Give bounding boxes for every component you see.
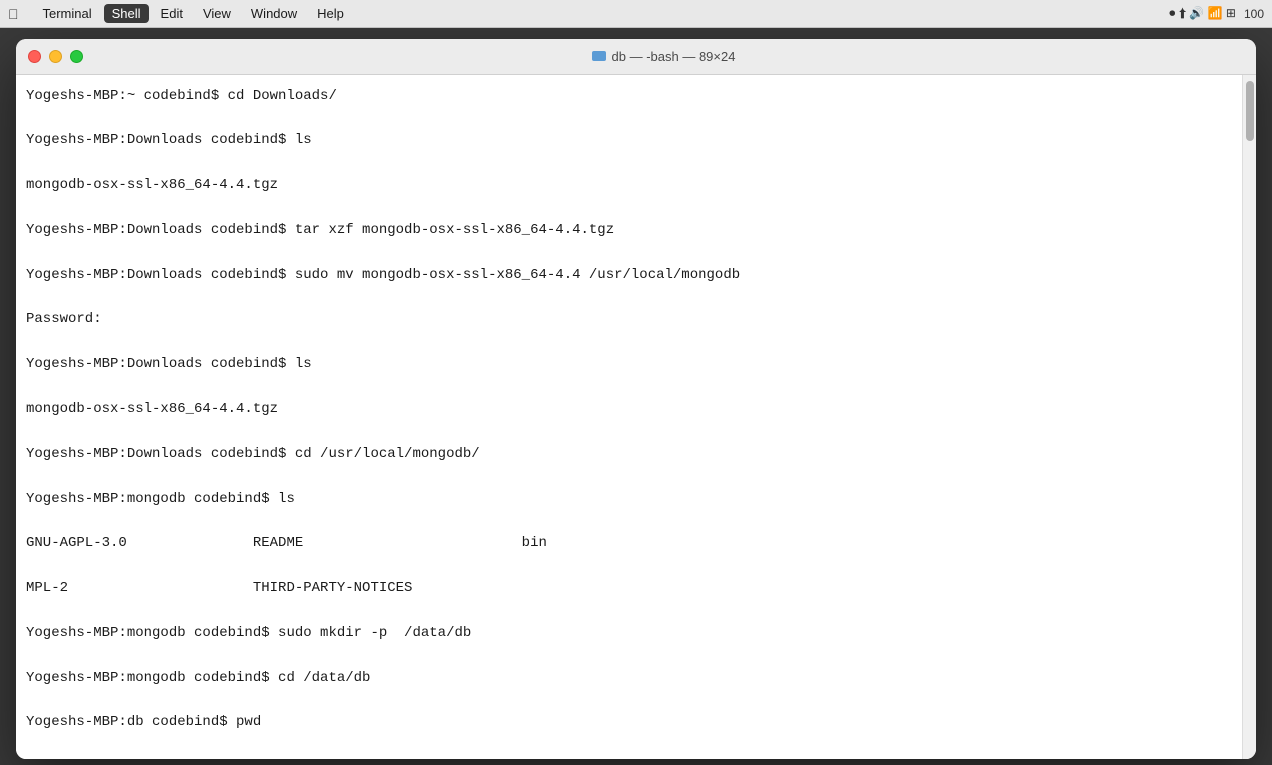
battery-level: 100 (1244, 7, 1264, 21)
menu-shell[interactable]: Shell (104, 4, 149, 23)
terminal-line: Yogeshs-MBP:mongodb codebind$ cd /data/d… (26, 667, 1240, 689)
terminal-line: mongodb-osx-ssl-x86_64-4.4.tgz (26, 174, 1240, 196)
maximize-button[interactable] (70, 50, 83, 63)
menu-terminal[interactable]: Terminal (35, 4, 100, 23)
menu-view[interactable]: View (195, 4, 239, 23)
terminal-line: Password: (26, 308, 1240, 330)
menu-bar:  Terminal Shell Edit View Window Help ⏺… (0, 0, 1272, 28)
terminal-line: Yogeshs-MBP:Downloads codebind$ tar xzf … (26, 219, 1240, 241)
terminal-line: Yogeshs-MBP:Downloads codebind$ sudo mv … (26, 264, 1240, 286)
title-bar: db — -bash — 89×24 (16, 39, 1256, 75)
terminal-line: mongodb-osx-ssl-x86_64-4.4.tgz (26, 398, 1240, 420)
db-folder-icon (592, 51, 606, 61)
terminal-line: Yogeshs-MBP:~ codebind$ cd Downloads/ (26, 85, 1240, 107)
terminal-line: MPL-2 THIRD-PARTY-NOTICES (26, 577, 1240, 599)
close-button[interactable] (28, 50, 41, 63)
menu-window[interactable]: Window (243, 4, 305, 23)
minimize-button[interactable] (49, 50, 62, 63)
scrollbar-thumb[interactable] (1246, 81, 1254, 141)
battery-icon: ⏺ ⬆ 🔊 📶 ⊞ (1169, 6, 1236, 21)
screen:  Terminal Shell Edit View Window Help ⏺… (0, 0, 1272, 765)
terminal-line: GNU-AGPL-3.0 README bin (26, 532, 1240, 554)
terminal-line: Yogeshs-MBP:db codebind$ pwd (26, 711, 1240, 733)
terminal-line: Yogeshs-MBP:mongodb codebind$ sudo mkdir… (26, 622, 1240, 644)
window-title: db — -bash — 89×24 (83, 49, 1244, 64)
terminal-line: Yogeshs-MBP:Downloads codebind$ ls (26, 129, 1240, 151)
scrollbar[interactable] (1242, 75, 1256, 759)
menu-help[interactable]: Help (309, 4, 352, 23)
terminal-line: Yogeshs-MBP:mongodb codebind$ ls (26, 488, 1240, 510)
traffic-lights (28, 50, 83, 63)
terminal-line: /data/db (26, 756, 1240, 758)
menu-right: ⏺ ⬆ 🔊 📶 ⊞ 100 (1169, 6, 1264, 21)
menu-edit[interactable]: Edit (153, 4, 191, 23)
terminal-line: Yogeshs-MBP:Downloads codebind$ cd /usr/… (26, 443, 1240, 465)
terminal-content[interactable]: Yogeshs-MBP:~ codebind$ cd Downloads/ Yo… (16, 75, 1256, 759)
menu-items: Terminal Shell Edit View Window Help (35, 4, 352, 23)
terminal-line: Yogeshs-MBP:Downloads codebind$ ls (26, 353, 1240, 375)
apple-icon[interactable]:  (8, 6, 19, 22)
terminal-window: db — -bash — 89×24 Yogeshs-MBP:~ codebin… (16, 39, 1256, 759)
